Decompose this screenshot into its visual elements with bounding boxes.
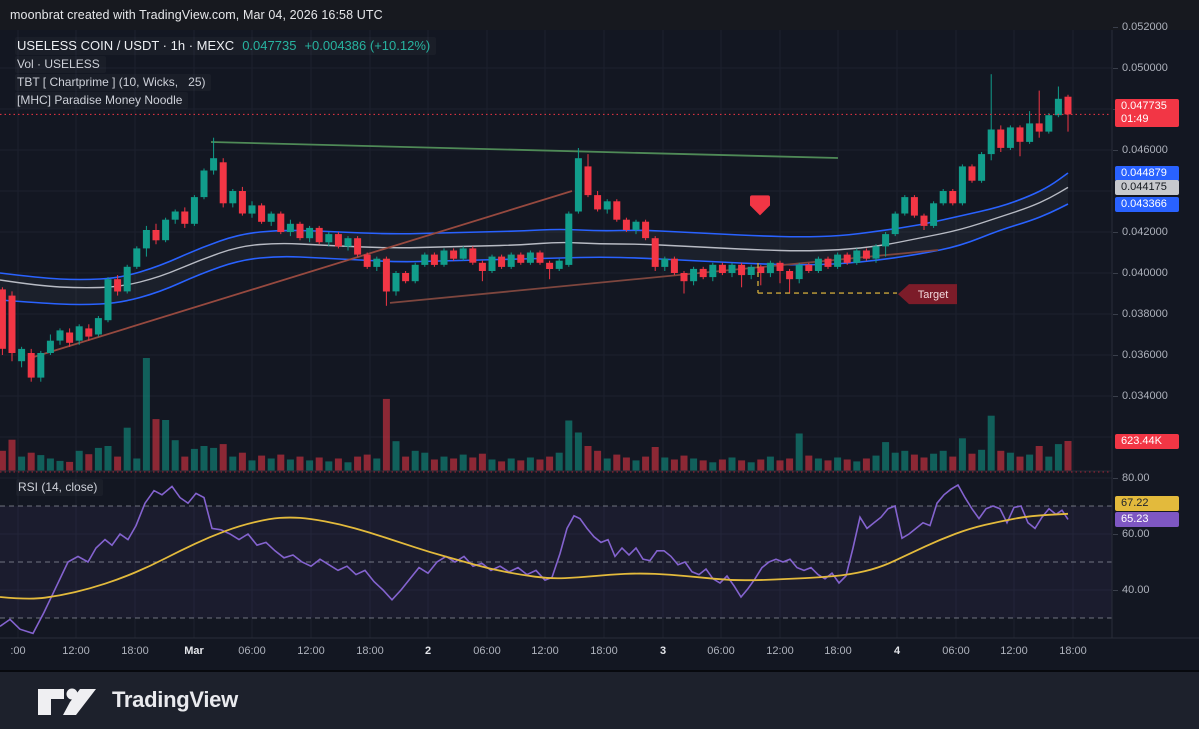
target-flag[interactable]: Target (898, 284, 957, 304)
axis-price-label: 0.046000 (1122, 144, 1168, 156)
time-axis-label: 18:00 (356, 645, 384, 657)
last-price: 0.047735 (242, 38, 296, 53)
axis-price-label: 0.036000 (1122, 349, 1168, 361)
time-axis-label: 12:00 (766, 645, 794, 657)
tradingview-brand-text[interactable]: TradingView (112, 687, 238, 713)
shield-down-marker[interactable] (750, 195, 770, 215)
rsi-indicator-label[interactable]: RSI (14, close) (16, 479, 103, 496)
time-axis-label: 06:00 (473, 645, 501, 657)
time-axis-label: :00 (10, 645, 25, 657)
legend-volume-row[interactable]: Vol · USELESS (15, 56, 106, 73)
time-axis-label: 18:00 (590, 645, 618, 657)
tradingview-chart-screenshot: moonbrat created with TradingView.com, M… (0, 0, 1199, 729)
axis-badge: 0.04773501:49 (1115, 99, 1179, 127)
axis-badge: 623.44K (1115, 434, 1179, 449)
symbol-title: USELESS COIN / USDT · 1h · MEXC (17, 38, 234, 53)
axis-price-label: 0.038000 (1122, 308, 1168, 320)
time-axis-label: 12:00 (1000, 645, 1028, 657)
chart-legend: USELESS COIN / USDT · 1h · MEXC 0.047735 +… (15, 37, 436, 110)
time-axis-label: 12:00 (531, 645, 559, 657)
time-axis-label: 06:00 (942, 645, 970, 657)
time-axis-label: Mar (184, 645, 204, 657)
rising-support-1-trendline[interactable] (30, 191, 572, 358)
time-axis-label: 18:00 (121, 645, 149, 657)
axis-price-label: 0.052000 (1122, 21, 1168, 33)
axis-badge: 65.23 (1115, 512, 1179, 527)
time-axis-label: 2 (425, 645, 431, 657)
time-axis-label: 12:00 (62, 645, 90, 657)
legend-tbt-indicator-row[interactable]: TBT [ Chartprime ] (10, Wicks, 25) (15, 74, 211, 91)
volume-layer[interactable] (0, 358, 1071, 471)
band-upper-line[interactable] (0, 173, 1068, 280)
axis-price-label: 80.00 (1122, 472, 1150, 484)
axis-badge: 67.22 (1115, 496, 1179, 511)
price-axis[interactable]: 0.0520000.0500000.0480000.0460000.042000… (1113, 30, 1199, 638)
axis-badge: 0.044175 (1115, 180, 1179, 195)
axis-price-label: 0.040000 (1122, 267, 1168, 279)
price-change: +0.004386 (+10.12%) (304, 38, 430, 53)
legend-mhc-indicator-row[interactable]: [MHC] Paradise Money Noodle (15, 92, 188, 109)
axis-badge: 0.044879 (1115, 166, 1179, 181)
axis-price-label: 0.050000 (1122, 62, 1168, 74)
axis-price-label: 60.00 (1122, 528, 1150, 540)
time-axis-label: 06:00 (707, 645, 735, 657)
svg-text:Target: Target (918, 289, 949, 301)
axis-badge: 0.043366 (1115, 197, 1179, 212)
axis-price-label: 0.034000 (1122, 390, 1168, 402)
time-axis-label: 18:00 (824, 645, 852, 657)
axis-price-label: 40.00 (1122, 584, 1150, 596)
axis-price-label: 0.042000 (1122, 226, 1168, 238)
time-axis[interactable]: :00 12:00 18:00 Mar 06:00 12:00 18:00 2 06:00 12:… (0, 638, 1199, 670)
time-axis-label: 12:00 (297, 645, 325, 657)
tradingview-logo-icon[interactable] (36, 686, 100, 718)
time-axis-label: 4 (894, 645, 900, 657)
footer-bar: TradingView (0, 670, 1199, 729)
time-axis-label: 06:00 (238, 645, 266, 657)
time-axis-label: 18:00 (1059, 645, 1087, 657)
legend-symbol-row[interactable]: USELESS COIN / USDT · 1h · MEXC 0.047735 +… (15, 37, 436, 55)
time-axis-label: 3 (660, 645, 666, 657)
